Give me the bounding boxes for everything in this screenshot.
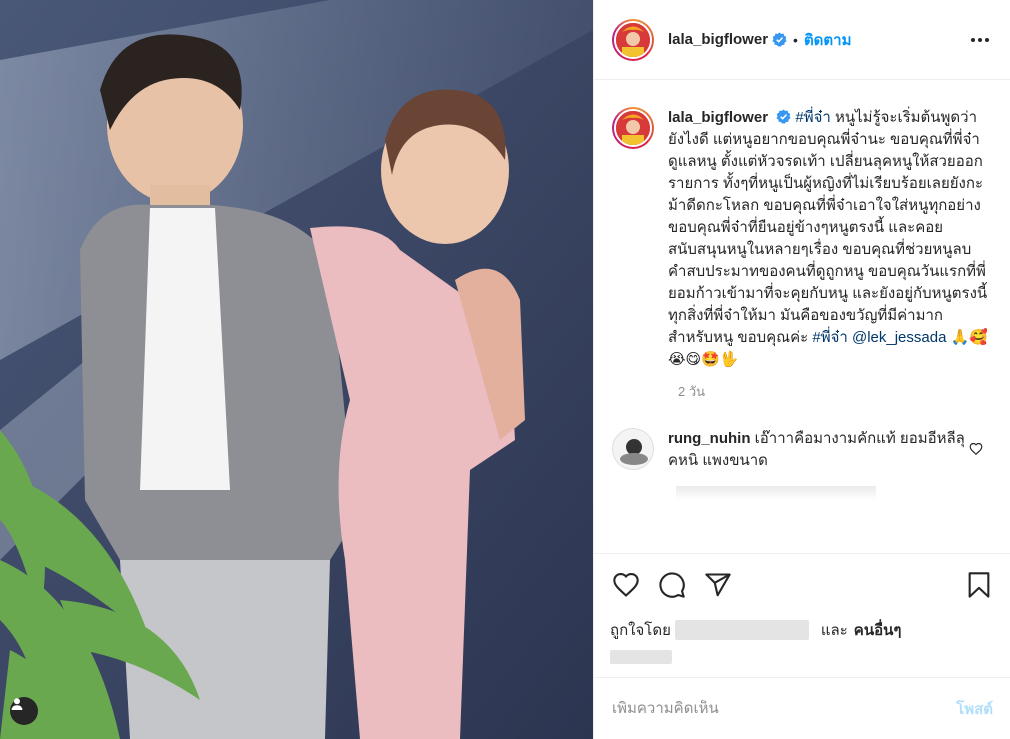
likes-prefix: ถูกใจโดย (610, 622, 671, 639)
add-comment-bar: โพสต์ (594, 677, 1010, 739)
user-tag-icon[interactable] (10, 697, 38, 725)
post-comment-button[interactable]: โพสต์ (956, 697, 993, 721)
likes-summary: ถูกใจโดย และ คนอื่นๆ (610, 618, 995, 642)
paper-plane-icon (705, 573, 731, 597)
verified-badge-icon (776, 109, 791, 124)
caption-username[interactable]: lala_bigflower (668, 109, 768, 126)
caption-time[interactable]: 2 วัน (678, 381, 993, 402)
post-media[interactable] (0, 0, 593, 739)
post-photo (0, 0, 593, 739)
action-icons (610, 568, 995, 602)
caption-author-avatar[interactable] (612, 107, 654, 149)
commenter-username[interactable]: rung_nuhin (668, 430, 751, 447)
author-avatar[interactable] (612, 18, 654, 61)
follow-button[interactable]: ติดตาม (804, 28, 852, 52)
caption: lala_bigflower #พี่จ๋า หนูไม่รู้จะเริ่มต… (612, 107, 993, 371)
comment-button[interactable] (656, 569, 688, 601)
redacted-liker-name (674, 620, 809, 640)
redacted-post-date (610, 650, 672, 664)
comments-list[interactable]: lala_bigflower #พี่จ๋า หนูไม่รู้จะเริ่มต… (594, 81, 1010, 553)
comment-icon (659, 572, 685, 598)
header-separator: • (793, 31, 798, 48)
post-header: lala_bigflower • ติดตาม (594, 0, 1010, 80)
author-username[interactable]: lala_bigflower (668, 31, 768, 48)
heart-outline-icon[interactable] (969, 442, 983, 456)
caption-text: lala_bigflower #พี่จ๋า หนูไม่รู้จะเริ่มต… (668, 107, 988, 371)
commenter-avatar[interactable] (612, 428, 654, 470)
post-side-panel: lala_bigflower • ติดตาม lala_bigflower #… (593, 0, 1010, 739)
post-actions: ถูกใจโดย และ คนอื่นๆ (594, 553, 1010, 667)
comment-text: rung_nuhin เอ๊าาาคือมางามคักแท้ ยอมอีหลี… (668, 428, 968, 472)
mention-link[interactable]: @lek_jessada (852, 329, 946, 346)
bookmark-icon (968, 572, 990, 598)
more-options-button[interactable] (968, 28, 992, 52)
heart-icon (613, 572, 639, 597)
hashtag-link[interactable]: #พี่จ๋า (795, 109, 830, 126)
person-icon (11, 698, 23, 710)
comment-input[interactable] (612, 700, 957, 717)
post-dialog: lala_bigflower • ติดตาม lala_bigflower #… (0, 0, 1010, 739)
like-button[interactable] (610, 569, 642, 601)
likes-and: และ (820, 622, 848, 639)
likes-others-link[interactable]: คนอื่นๆ (854, 618, 902, 642)
save-button[interactable] (963, 569, 995, 601)
verified-badge-icon (772, 32, 787, 47)
hashtag-link[interactable]: #พี่จ๋า (812, 329, 847, 346)
share-button[interactable] (702, 569, 734, 601)
next-comment-fade (676, 486, 876, 500)
caption-avatar-image (614, 109, 652, 147)
caption-body: หนูไม่รู้จะเริ่มต้นพูดว่ายังไงดี แต่หนูอ… (668, 109, 988, 346)
author-avatar-image (614, 20, 652, 59)
more-horizontal-icon (971, 37, 989, 42)
comment-item: rung_nuhin เอ๊าาาคือมางามคักแท้ ยอมอีหลี… (612, 428, 993, 472)
